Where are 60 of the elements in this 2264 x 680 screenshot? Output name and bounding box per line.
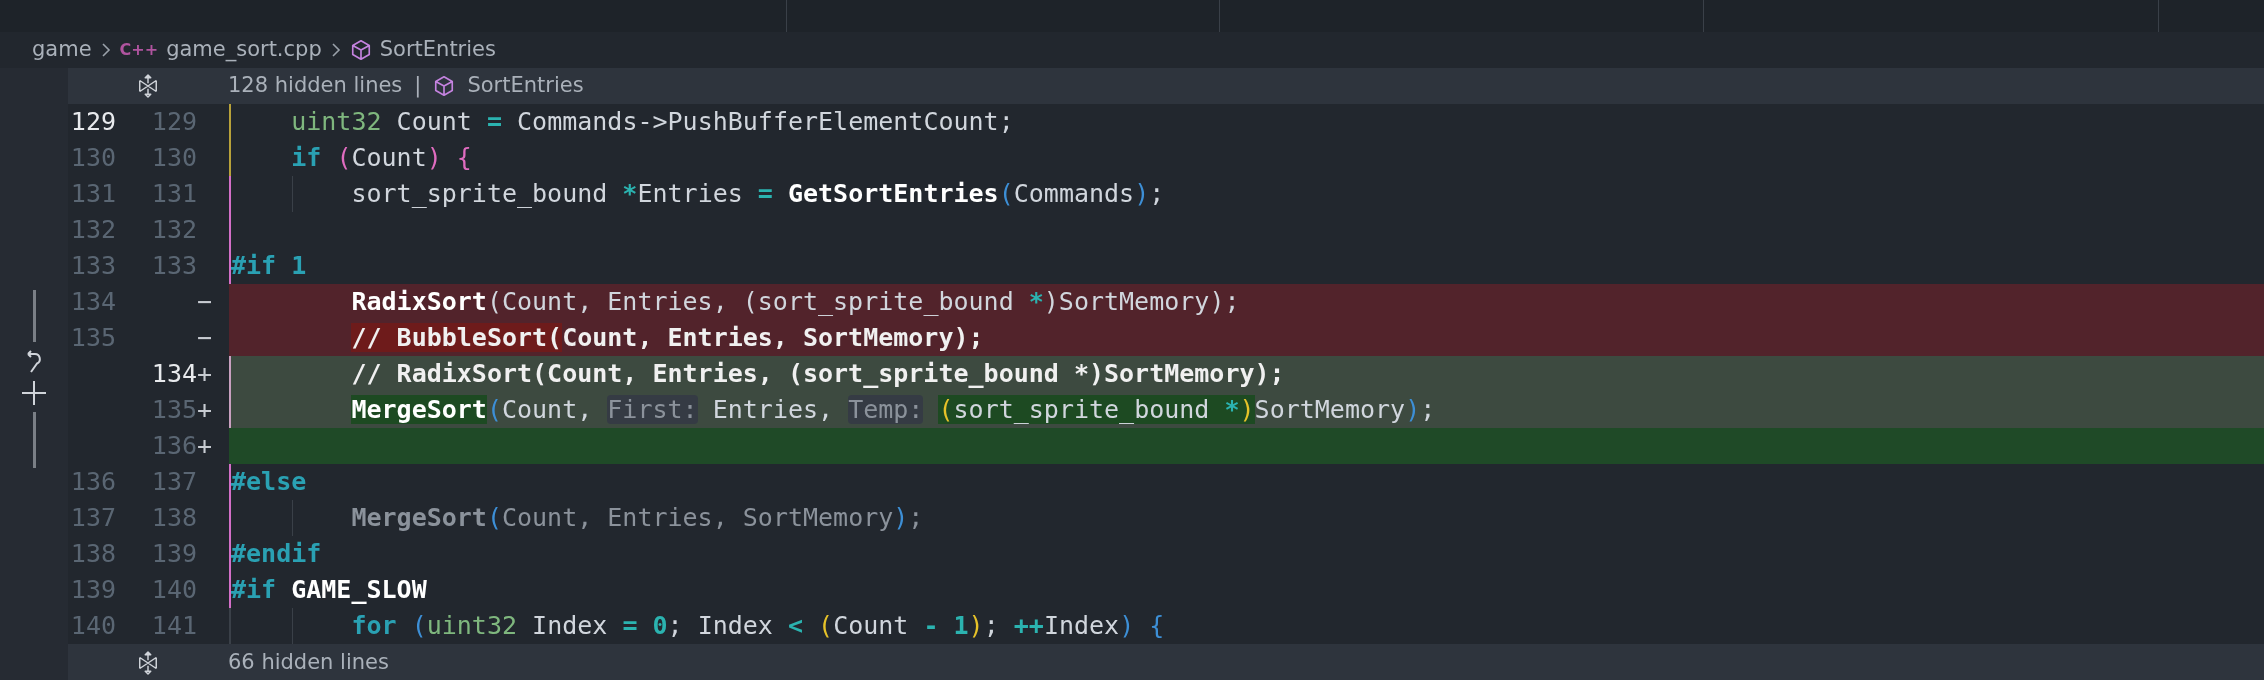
code-text: if (Count) { (290, 142, 472, 174)
cube-icon (433, 75, 456, 97)
line-number: 136 (70, 466, 116, 498)
line-number: 134 (151, 358, 197, 390)
line-number: 129 (70, 106, 116, 138)
cpp-file-label: C++ (119, 39, 159, 61)
line-number: 133 (70, 250, 116, 282)
line-number: 133 (151, 250, 197, 282)
line-number: 130 (70, 142, 116, 174)
breadcrumb-folder[interactable]: game (32, 34, 92, 66)
code-text: #if GAME_SLOW (231, 574, 427, 606)
diff-marker: − (197, 322, 213, 354)
code-text: MergeSort(Count, First: Entries, Temp: (sort_sprite_bound *)SortMemory); (350, 394, 1436, 426)
line-number: 140 (70, 610, 116, 642)
plus-icon[interactable] (21, 380, 47, 406)
code-text: RadixSort(Count, Entries, (sort_sprite_bound *)SortMemory); (350, 286, 1240, 318)
breadcrumb-file[interactable]: game_sort.cpp (166, 34, 322, 66)
code-text: MergeSort(Count, Entries, SortMemory); (350, 502, 924, 534)
line-number: 135 (151, 394, 197, 426)
code-text: #if 1 (231, 250, 307, 282)
line-number: 139 (70, 574, 116, 606)
code-text: sort_sprite_bound *Entries = GetSortEntries(Commands); (350, 178, 1165, 210)
cube-icon (349, 39, 372, 61)
breadcrumb-symbol[interactable]: SortEntries (379, 34, 496, 66)
expand-icon[interactable] (137, 651, 159, 675)
chevron-icon (329, 41, 342, 59)
fold-separator: | (414, 72, 422, 100)
fold-label: 128 hidden lines (228, 72, 403, 100)
diff-marker: + (197, 394, 213, 426)
code-text: // BubbleSort(Count, Entries, SortMemory); (350, 322, 984, 354)
line-number: 137 (70, 502, 116, 534)
hunk-line (32, 290, 36, 342)
line-number: 131 (151, 178, 197, 210)
line-number: 138 (151, 502, 197, 534)
code-text: for (uint32 Index = 0; Index < (Count - 1); ++Index) { (350, 610, 1165, 642)
line-number: 132 (70, 214, 116, 246)
line-number: 138 (70, 538, 116, 570)
line-number: 136 (151, 430, 197, 462)
fold-label: 66 hidden lines (228, 649, 389, 677)
code-text: uint32 Count = Commands->PushBufferElementCount; (290, 106, 1014, 138)
line-number: 130 (151, 142, 197, 174)
line-number: 139 (151, 538, 197, 570)
diff-marker: − (197, 286, 213, 318)
line-number: 137 (151, 466, 197, 498)
line-number: 134 (70, 286, 116, 318)
line-number: 129 (151, 106, 197, 138)
chevron-icon (99, 41, 112, 59)
code-text: #else (231, 466, 307, 498)
diff-marker: + (197, 358, 213, 390)
hunk-line (32, 412, 36, 468)
line-number: 135 (70, 322, 116, 354)
expand-icon[interactable] (137, 74, 159, 98)
code-text: #endif (231, 538, 322, 570)
line-number: 131 (70, 178, 116, 210)
line-number: 141 (151, 610, 197, 642)
line-number: 140 (151, 574, 197, 606)
line-number: 132 (151, 214, 197, 246)
diff-marker: + (197, 430, 213, 462)
fold-symbol: SortEntries (467, 72, 584, 100)
code-text: // RadixSort(Count, Entries, (sort_sprite_bound *)SortMemory); (350, 358, 1285, 390)
